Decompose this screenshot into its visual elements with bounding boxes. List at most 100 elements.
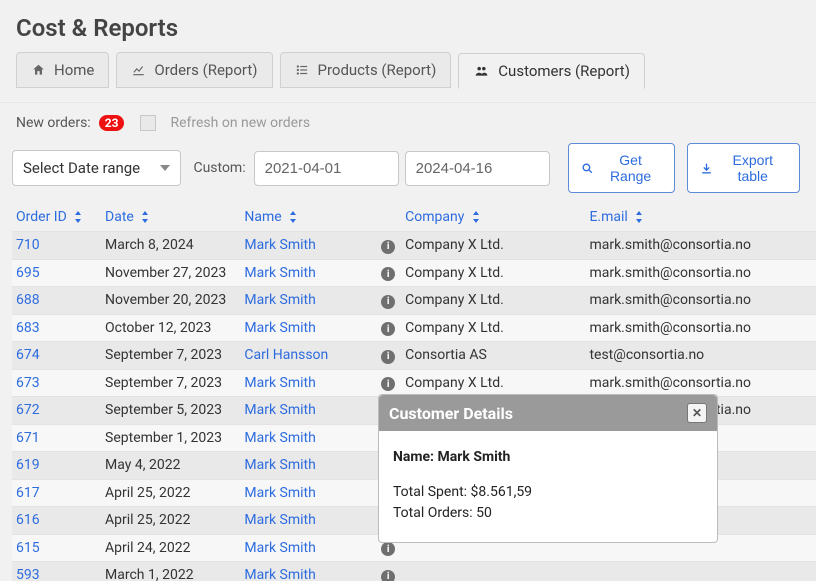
sort-icon <box>141 211 149 223</box>
customer-name-link[interactable]: Mark Smith <box>244 375 315 391</box>
order-id-link[interactable]: 615 <box>16 540 40 556</box>
order-id-link[interactable]: 673 <box>16 375 40 391</box>
cell-email: mark.smith@consortia.no <box>585 259 816 287</box>
refresh-label: Refresh on new orders <box>170 115 310 131</box>
cell-email: test@consortia.no <box>585 342 816 370</box>
customer-name-link[interactable]: Carl Hansson <box>244 347 328 363</box>
customer-name-link[interactable]: Mark Smith <box>244 540 315 556</box>
col-date[interactable]: Date <box>101 203 240 232</box>
cell-date: September 5, 2023 <box>101 397 240 425</box>
sort-icon <box>472 211 480 223</box>
tab-orders[interactable]: Orders (Report) <box>116 52 272 88</box>
cell-company <box>401 562 585 581</box>
customer-name-link[interactable]: Mark Smith <box>244 512 315 528</box>
sort-icon <box>74 211 82 223</box>
popup-name-label: Name: <box>393 449 434 465</box>
table-row: 688November 20, 2023Mark SmithiCompany X… <box>12 287 816 315</box>
cell-company: Consortia AS <box>401 342 585 370</box>
info-icon[interactable]: i <box>381 377 395 391</box>
popup-title: Customer Details <box>389 404 513 423</box>
users-icon <box>473 64 490 78</box>
order-id-link[interactable]: 593 <box>16 567 40 581</box>
cell-date: October 12, 2023 <box>101 314 240 342</box>
date-to-input[interactable] <box>405 151 550 186</box>
order-id-link[interactable]: 688 <box>16 292 40 308</box>
order-id-link[interactable]: 617 <box>16 485 40 501</box>
info-icon[interactable]: i <box>381 322 395 336</box>
order-id-link[interactable]: 695 <box>16 265 40 281</box>
cell-date: November 27, 2023 <box>101 259 240 287</box>
order-id-link[interactable]: 710 <box>16 237 40 253</box>
cell-email: mark.smith@consortia.no <box>585 369 816 397</box>
customer-name-link[interactable]: Mark Smith <box>244 457 315 473</box>
date-range-select[interactable]: Select Date range <box>12 150 181 186</box>
customer-name-link[interactable]: Mark Smith <box>244 485 315 501</box>
tab-products[interactable]: Products (Report) <box>280 52 452 88</box>
new-orders-label: New orders: <box>16 115 91 131</box>
cell-date: September 7, 2023 <box>101 342 240 370</box>
tab-customers[interactable]: Customers (Report) <box>458 53 645 89</box>
popup-name-value: Mark Smith <box>438 449 511 465</box>
customer-name-link[interactable]: Mark Smith <box>244 320 315 336</box>
info-icon[interactable]: i <box>381 542 395 556</box>
refresh-checkbox[interactable] <box>140 115 156 131</box>
info-icon[interactable]: i <box>381 295 395 309</box>
popup-orders-value: 50 <box>476 505 492 521</box>
col-company[interactable]: Company <box>401 203 585 232</box>
close-icon[interactable]: ✕ <box>687 403 707 423</box>
cell-date: March 8, 2024 <box>101 232 240 260</box>
table-row: 673 September 7, 2023Mark Smith i Company X… <box>12 369 816 397</box>
table-row: 683 October 12, 2023Mark Smith i Company X … <box>12 314 816 342</box>
new-orders-badge: 23 <box>99 115 125 131</box>
cell-email: mark.smith@consortia.no <box>585 232 816 260</box>
page-title: Cost & Reports <box>0 0 816 52</box>
cell-company: Company X Ltd. <box>401 369 585 397</box>
tab-bar: Home Orders (Report) Products (Report) C… <box>0 52 816 103</box>
cell-email <box>585 562 816 581</box>
table-row: 674 September 7, 2023Carl Hansson i Consort… <box>12 342 816 370</box>
customer-name-link[interactable]: Mark Smith <box>244 292 315 308</box>
export-icon <box>700 162 713 175</box>
tab-label: Products (Report) <box>318 61 437 79</box>
export-table-button[interactable]: Export table <box>687 143 800 193</box>
cell-company: Company X Ltd. <box>401 314 585 342</box>
cell-date: March 1, 2022 <box>101 562 240 581</box>
info-icon[interactable]: i <box>381 350 395 364</box>
date-from-input[interactable] <box>254 151 399 186</box>
col-label: Order ID <box>16 209 67 225</box>
customer-details-popup: Customer Details ✕ Name: Mark Smith Tota… <box>378 394 718 543</box>
order-id-link[interactable]: 683 <box>16 320 40 336</box>
line-chart-icon <box>131 63 146 77</box>
cell-email: mark.smith@consortia.no <box>585 314 816 342</box>
tab-label: Orders (Report) <box>154 61 257 79</box>
order-id-link[interactable]: 671 <box>16 430 40 446</box>
cell-date: September 7, 2023 <box>101 369 240 397</box>
col-name[interactable]: Name <box>240 203 401 232</box>
customer-name-link[interactable]: Mark Smith <box>244 402 315 418</box>
cell-date: April 25, 2022 <box>101 479 240 507</box>
home-icon <box>31 63 46 77</box>
cell-email: mark.smith@consortia.no <box>585 287 816 315</box>
info-icon[interactable]: i <box>381 240 395 254</box>
customer-name-link[interactable]: Mark Smith <box>244 265 315 281</box>
col-order-id[interactable]: Order ID <box>12 203 101 232</box>
info-icon[interactable]: i <box>381 570 395 581</box>
customer-name-link[interactable]: Mark Smith <box>244 237 315 253</box>
col-label: Date <box>105 209 134 225</box>
cell-date: September 1, 2023 <box>101 424 240 452</box>
col-email[interactable]: E.mail <box>585 203 816 232</box>
table-row: 710 March 8, 2024Mark Smith i Company X Ltd… <box>12 232 816 260</box>
cell-date: April 24, 2022 <box>101 534 240 562</box>
get-range-button[interactable]: Get Range <box>568 143 675 193</box>
tab-label: Customers (Report) <box>498 62 630 80</box>
order-id-link[interactable]: 674 <box>16 347 40 363</box>
cell-company: Company X Ltd. <box>401 232 585 260</box>
tab-home[interactable]: Home <box>16 52 109 88</box>
order-id-link[interactable]: 672 <box>16 402 40 418</box>
order-id-link[interactable]: 616 <box>16 512 40 528</box>
info-icon[interactable]: i <box>381 267 395 281</box>
col-label: Company <box>405 209 464 225</box>
customer-name-link[interactable]: Mark Smith <box>244 430 315 446</box>
customer-name-link[interactable]: Mark Smith <box>244 567 315 581</box>
order-id-link[interactable]: 619 <box>16 457 40 473</box>
